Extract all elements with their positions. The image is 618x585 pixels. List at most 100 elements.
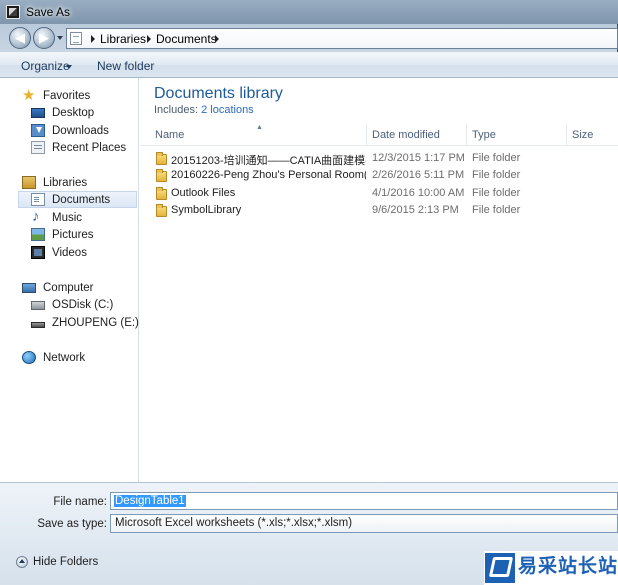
save-as-dialog: Save As ◀ ▶ Libraries Documents Organize…	[0, 0, 618, 585]
breadcrumb-separator-icon[interactable]	[215, 35, 219, 43]
library-title: Documents library	[154, 85, 283, 102]
address-row: ◀ ▶ Libraries Documents	[0, 24, 618, 52]
folder-icon	[156, 152, 167, 165]
removable-drive-icon	[31, 321, 45, 328]
folder-icon	[156, 169, 167, 182]
includes-label: Includes:	[154, 104, 199, 116]
sidebar-item-music[interactable]: Music	[31, 208, 83, 226]
main-area: Favorites Desktop Downloads Recent Place…	[0, 78, 618, 482]
sidebar-item-label: Computer	[43, 281, 94, 294]
file-name: SymbolLibrary	[171, 204, 242, 216]
breadcrumb-separator-icon[interactable]	[147, 35, 151, 43]
sidebar-item-label: Documents	[52, 193, 111, 206]
sidebar-item-label: Libraries	[43, 176, 88, 189]
column-header-size[interactable]: Size	[572, 129, 593, 141]
file-type: File folder	[472, 187, 521, 199]
file-name-value[interactable]: DesignTable1	[114, 495, 186, 507]
save-type-select[interactable]: Microsoft Excel worksheets (*.xls;*.xlsx…	[110, 514, 618, 533]
recent-locations-dropdown[interactable]	[57, 36, 63, 40]
column-divider[interactable]	[466, 124, 467, 146]
file-date: 12/3/2015 1:17 PM	[372, 152, 465, 164]
file-row[interactable]: 20151203-培训通知——CATIA曲面建模(4... 12/3/2015 …	[140, 151, 618, 168]
chevron-down-icon[interactable]	[66, 65, 72, 69]
file-name: Outlook Files	[171, 187, 236, 199]
save-type-label: Save as type:	[37, 518, 107, 530]
watermark: 易采站长站	[484, 551, 618, 585]
app-icon	[6, 5, 20, 19]
breadcrumb-separator-icon[interactable]	[91, 35, 95, 43]
file-date: 2/26/2016 5:11 PM	[372, 169, 465, 181]
breadcrumb-documents[interactable]: Documents	[156, 32, 217, 46]
file-row[interactable]: Outlook Files 4/1/2016 10:00 AM File fol…	[140, 186, 618, 203]
sidebar-item-label: OSDisk (C:)	[52, 298, 114, 311]
libraries-icon	[22, 176, 36, 189]
file-name: 20151203-培训通知——CATIA曲面建模(4...	[171, 155, 366, 167]
save-type-value: Microsoft Excel worksheets (*.xls;*.xlsx…	[115, 517, 353, 529]
sidebar-item-label: ZHOUPENG (E:)	[52, 316, 139, 329]
sidebar-item-computer[interactable]: Computer	[22, 279, 94, 296]
column-header-date[interactable]: Date modified	[372, 129, 440, 141]
sidebar-item-pictures[interactable]: Pictures	[31, 226, 94, 243]
sidebar-item-videos[interactable]: Videos	[31, 244, 87, 261]
videos-icon	[31, 246, 45, 259]
sidebar-item-favorites[interactable]: Favorites	[22, 86, 91, 104]
column-divider[interactable]	[366, 124, 367, 146]
file-date: 9/6/2015 2:13 PM	[372, 204, 459, 216]
network-icon	[22, 351, 36, 364]
pictures-icon	[31, 228, 45, 241]
sidebar-item-label: Desktop	[52, 106, 95, 119]
new-folder-button[interactable]: New folder	[97, 59, 154, 73]
file-type: File folder	[472, 204, 521, 216]
sidebar-item-downloads[interactable]: Downloads	[31, 122, 109, 139]
title-bar[interactable]: Save As	[0, 0, 618, 24]
folder-icon	[156, 204, 167, 217]
collapse-icon	[16, 556, 28, 568]
sidebar-item-osdisk[interactable]: OSDisk (C:)	[31, 296, 113, 313]
file-row[interactable]: 20160226-Peng Zhou's Personal Room(4... …	[140, 168, 618, 185]
computer-icon	[22, 282, 36, 293]
sort-ascending-icon: ▲	[256, 124, 263, 131]
column-header-row: ▲ Name Date modified Type Size	[140, 124, 618, 146]
column-divider[interactable]	[566, 124, 567, 146]
address-bar[interactable]: Libraries Documents	[66, 28, 618, 49]
forward-button[interactable]: ▶	[33, 27, 55, 49]
back-button[interactable]: ◀	[9, 27, 31, 49]
column-header-name[interactable]: Name	[155, 129, 184, 141]
window-title: Save As	[26, 5, 71, 19]
file-type: File folder	[472, 169, 521, 181]
sidebar-item-label: Recent Places	[52, 141, 127, 154]
music-icon	[31, 208, 45, 225]
sidebar-item-libraries[interactable]: Libraries	[22, 174, 87, 191]
sidebar-item-label: Videos	[52, 246, 87, 259]
sidebar-item-label: Network	[43, 351, 86, 364]
file-list-pane: Documents library Includes: 2 locations …	[140, 78, 618, 482]
folder-icon	[156, 187, 167, 200]
navigation-pane: Favorites Desktop Downloads Recent Place…	[0, 78, 139, 482]
sidebar-item-network[interactable]: Network	[22, 349, 85, 366]
sidebar-item-label: Pictures	[52, 228, 94, 241]
sidebar-item-label: Music	[52, 211, 83, 224]
sidebar-item-label: Favorites	[43, 89, 91, 102]
watermark-text: 易采站长站	[518, 555, 618, 577]
sidebar-item-documents[interactable]: Documents	[18, 191, 137, 208]
hide-folders-label: Hide Folders	[33, 556, 99, 568]
organize-button[interactable]: Organize	[21, 59, 70, 73]
sidebar-item-recent-places[interactable]: Recent Places	[31, 139, 126, 156]
file-name: 20160226-Peng Zhou's Personal Room(4...	[171, 169, 366, 181]
arrow-left-icon: ◀	[15, 30, 25, 45]
locations-link[interactable]: 2 locations	[201, 104, 254, 116]
file-row[interactable]: SymbolLibrary 9/6/2015 2:13 PM File fold…	[140, 203, 618, 220]
sidebar-item-label: Downloads	[52, 124, 109, 137]
sidebar-item-zhoupeng[interactable]: ZHOUPENG (E:)	[31, 314, 139, 331]
library-includes: Includes: 2 locations	[154, 104, 254, 116]
documents-icon	[31, 193, 45, 206]
file-name-input[interactable]: DesignTable1	[110, 492, 618, 510]
hide-folders-button[interactable]: Hide Folders	[16, 556, 98, 568]
file-name-label: File name:	[53, 496, 107, 508]
sidebar-item-desktop[interactable]: Desktop	[31, 104, 94, 121]
file-date: 4/1/2016 10:00 AM	[372, 187, 465, 199]
hard-disk-icon	[31, 301, 45, 310]
breadcrumb-libraries[interactable]: Libraries	[100, 32, 146, 46]
column-header-type[interactable]: Type	[472, 129, 496, 141]
file-type: File folder	[472, 152, 521, 164]
